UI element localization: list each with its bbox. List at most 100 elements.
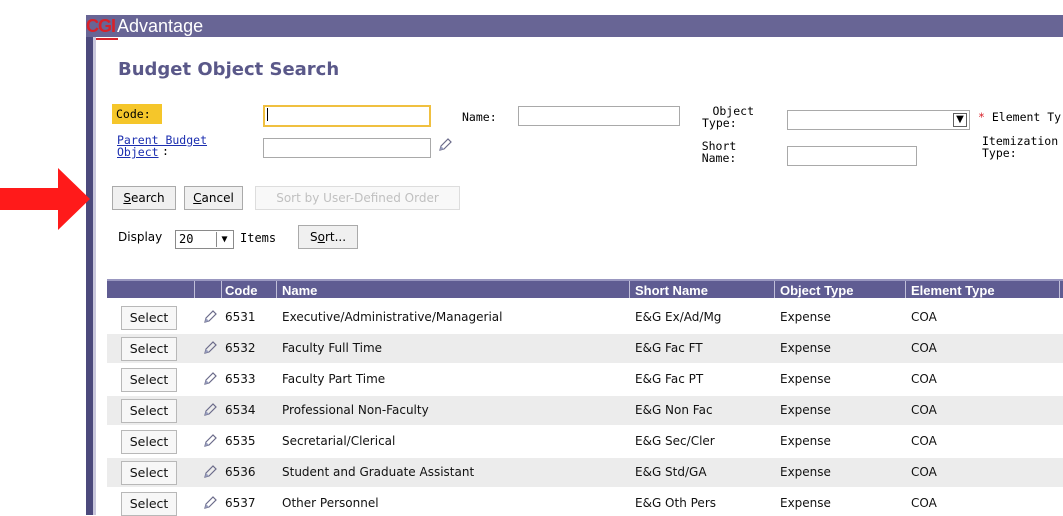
cell-object-type: Expense (780, 403, 831, 417)
cancel-accesskey: C (193, 191, 202, 205)
display-count-select[interactable]: 20 ▼ (175, 230, 234, 249)
results-table-header: Code Name Short Name Object Type Element… (107, 279, 1063, 298)
pencil-icon[interactable] (202, 340, 218, 356)
cell-element-type: COA (911, 372, 937, 386)
required-marker: * (978, 110, 985, 124)
table-row: Select 6532 Faculty Full Time E&G Fac FT… (107, 334, 1063, 363)
code-input[interactable] (263, 105, 431, 127)
column-header-short-name[interactable]: Short Name (635, 282, 708, 299)
cell-object-type: Expense (780, 496, 831, 510)
cell-name: Student and Graduate Assistant (282, 465, 475, 479)
select-button[interactable]: Select (121, 430, 177, 454)
cell-element-type: COA (911, 403, 937, 417)
table-row: Select 6534 Professional Non-Faculty E&G… (107, 396, 1063, 425)
cell-name: Faculty Full Time (282, 341, 383, 355)
name-label: Name: (462, 110, 497, 124)
left-frame-bar (86, 37, 93, 515)
cell-code: 6537 (225, 496, 256, 510)
cell-element-type: COA (911, 341, 937, 355)
select-button[interactable]: Select (121, 368, 177, 392)
pencil-icon[interactable] (202, 495, 218, 511)
cell-element-type: COA (911, 434, 937, 448)
select-button[interactable]: Select (121, 461, 177, 485)
pencil-icon[interactable] (437, 137, 453, 153)
chevron-down-icon[interactable]: ▼ (216, 232, 232, 247)
sort-user-defined-button[interactable]: Sort by User-Defined Order (255, 186, 460, 210)
cell-name: Other Personnel (282, 496, 379, 510)
cell-short-name: E&G Std/GA (635, 465, 707, 479)
cell-name: Professional Non-Faculty (282, 403, 429, 417)
cell-element-type: COA (911, 496, 937, 510)
search-accesskey: S (123, 191, 131, 205)
name-input[interactable] (518, 106, 680, 126)
cell-short-name: E&G Fac FT (635, 341, 703, 355)
header-separator (276, 281, 277, 298)
table-row: Select 6535 Secretarial/Clerical E&G Sec… (107, 427, 1063, 456)
cell-code: 6536 (225, 465, 256, 479)
logo-cgi: CGI (86, 16, 116, 36)
pencil-icon[interactable] (202, 433, 218, 449)
column-header-code[interactable]: Code (225, 282, 258, 299)
cell-element-type: COA (911, 310, 937, 324)
page-title: Budget Object Search (118, 59, 340, 80)
cell-name: Secretarial/Clerical (282, 434, 396, 448)
pencil-icon[interactable] (202, 371, 218, 387)
red-arrow-icon (0, 168, 90, 230)
header-separator (629, 281, 630, 298)
parent-budget-object-input[interactable] (263, 138, 431, 158)
select-button[interactable]: Select (121, 337, 177, 361)
items-label: Items (240, 231, 277, 245)
pencil-icon[interactable] (202, 309, 218, 325)
object-type-label-line2: Type: (702, 116, 737, 130)
app-header-bar (86, 15, 1063, 37)
left-frame-edge (93, 37, 96, 515)
chevron-down-icon[interactable]: ▼ (953, 113, 967, 127)
header-separator (905, 281, 906, 298)
header-separator (1059, 281, 1060, 298)
sort-label-rest: rt... (324, 230, 347, 244)
element-type-label: * Element Ty (978, 110, 1061, 124)
text-caret (267, 108, 268, 121)
display-label: Display (118, 230, 163, 244)
select-button[interactable]: Select (121, 492, 177, 516)
table-row: Select 6537 Other Personnel E&G Oth Pers… (107, 489, 1063, 516)
header-separator (221, 281, 222, 298)
cell-short-name: E&G Sec/Cler (635, 434, 715, 448)
cancel-button[interactable]: Cancel (184, 186, 243, 210)
select-button[interactable]: Select (121, 306, 177, 330)
cancel-label: ancel (201, 191, 234, 205)
object-type-select[interactable]: ▼ (787, 110, 970, 130)
cell-object-type: Expense (780, 341, 831, 355)
cell-name: Faculty Part Time (282, 372, 386, 386)
sort-button[interactable]: Sort... (298, 225, 358, 249)
code-label: Code: (112, 104, 162, 124)
itemization-type-label: Itemization Type: (982, 135, 1058, 159)
display-count-value: 20 (179, 232, 194, 246)
short-name-label: Short Name: (694, 140, 744, 164)
pencil-icon[interactable] (202, 402, 218, 418)
cell-short-name: E&G Fac PT (635, 372, 704, 386)
cell-object-type: Expense (780, 372, 831, 386)
cell-short-name: E&G Non Fac (635, 403, 713, 417)
cell-code: 6535 (225, 434, 256, 448)
column-header-name[interactable]: Name (282, 282, 317, 299)
column-header-element-type[interactable]: Element Type (911, 282, 995, 299)
search-button[interactable]: Search (112, 186, 176, 210)
sort-label-pre: S (309, 230, 318, 244)
cell-name: Executive/Administrative/Managerial (282, 310, 503, 324)
cell-object-type: Expense (780, 434, 831, 448)
short-name-label-line2: Name: (701, 151, 737, 165)
object-type-label: Object Type: (694, 105, 754, 129)
pencil-icon[interactable] (202, 464, 218, 480)
cell-code: 6534 (225, 403, 256, 417)
select-button[interactable]: Select (121, 399, 177, 423)
cell-code: 6532 (225, 341, 256, 355)
search-label: earch (131, 191, 165, 205)
short-name-input[interactable] (787, 146, 917, 166)
column-header-object-type[interactable]: Object Type (780, 282, 853, 299)
parent-label-colon: : (162, 144, 169, 158)
cell-element-type: COA (911, 465, 937, 479)
element-type-label-text: Element Ty (991, 110, 1062, 124)
header-separator (774, 281, 775, 298)
table-row: Select 6536 Student and Graduate Assista… (107, 458, 1063, 487)
